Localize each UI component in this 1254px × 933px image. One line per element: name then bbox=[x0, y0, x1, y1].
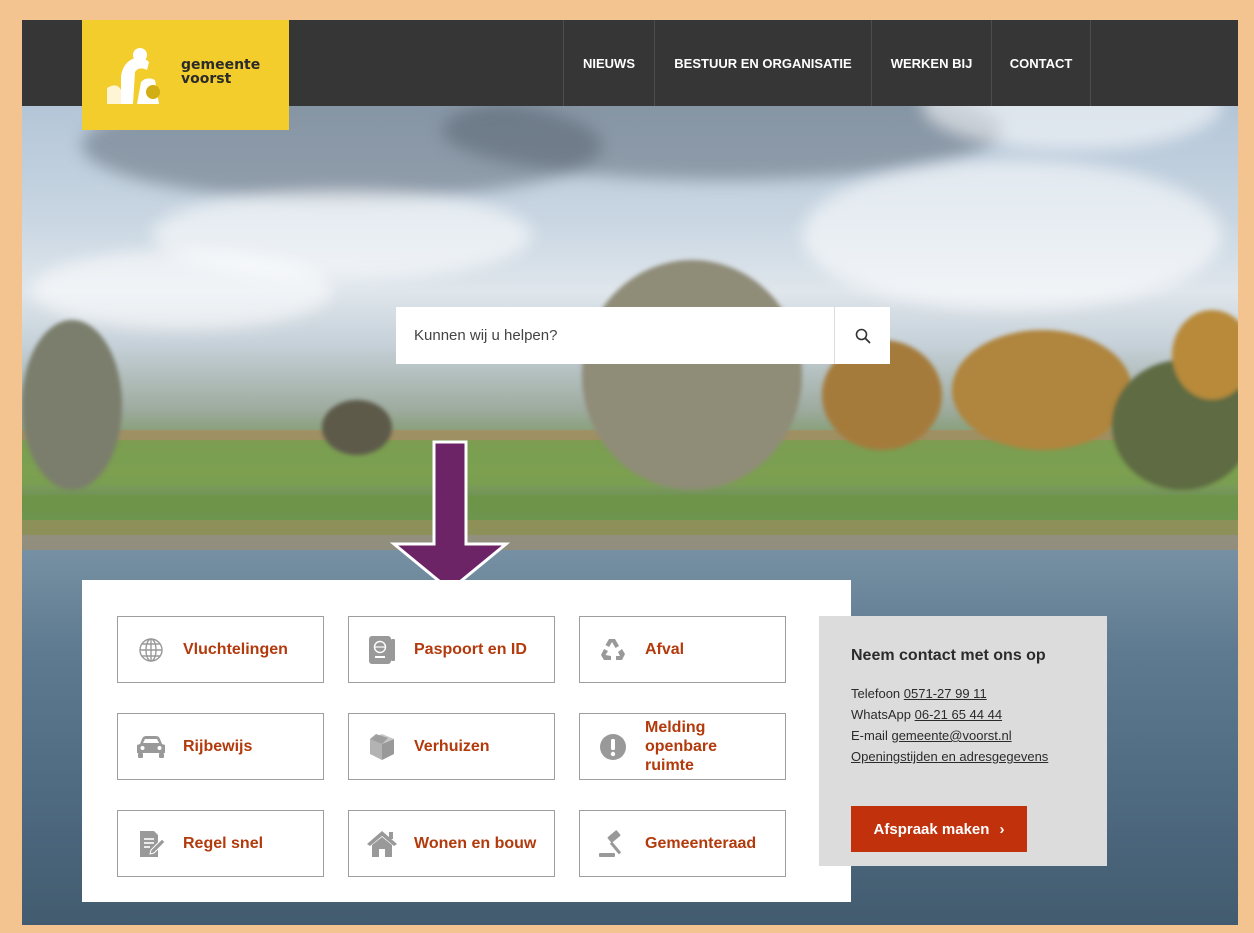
tile-label: Paspoort en ID bbox=[414, 641, 527, 658]
document-edit-icon bbox=[131, 824, 171, 864]
nav-item-werken-bij[interactable]: WERKEN BIJ bbox=[871, 20, 991, 106]
chevron-right-icon: › bbox=[999, 820, 1005, 838]
opening-hours-link[interactable]: Openingstijden en adresgegevens bbox=[851, 749, 1048, 764]
main-nav: NIEUWS BESTUUR EN ORGANISATIE WERKEN BIJ… bbox=[563, 20, 1091, 106]
tile-wonen-en-bouw[interactable]: Wonen en bouw bbox=[348, 810, 555, 877]
annotation-arrow-down-icon bbox=[390, 440, 510, 592]
whatsapp-line: WhatsApp 06-21 65 44 44 bbox=[851, 704, 1048, 725]
hours-line: Openingstijden en adresgegevens bbox=[851, 746, 1048, 767]
tile-label: Vluchtelingen bbox=[183, 641, 288, 658]
whatsapp-link[interactable]: 06-21 65 44 44 bbox=[915, 707, 1002, 722]
tile-afval[interactable]: Afval bbox=[579, 616, 786, 683]
gavel-icon bbox=[593, 824, 633, 864]
tile-melding-openbare-ruimte[interactable]: Melding openbare ruimte bbox=[579, 713, 786, 780]
tile-rijbewijs[interactable]: Rijbewijs bbox=[117, 713, 324, 780]
whatsapp-label: WhatsApp bbox=[851, 707, 911, 722]
municipality-logo-icon bbox=[107, 46, 163, 104]
make-appointment-button[interactable]: Afspraak maken › bbox=[851, 806, 1027, 852]
search-icon bbox=[855, 328, 870, 343]
contact-card: Neem contact met ons op Telefoon 0571-27… bbox=[819, 616, 1107, 866]
globe-icon bbox=[131, 630, 171, 670]
alert-icon bbox=[593, 727, 633, 767]
email-line: E-mail gemeente@voorst.nl bbox=[851, 725, 1048, 746]
phone-line: Telefoon 0571-27 99 11 bbox=[851, 683, 1048, 704]
tile-gemeenteraad[interactable]: Gemeenteraad bbox=[579, 810, 786, 877]
search-input[interactable] bbox=[396, 307, 834, 364]
quick-links-panel: Vluchtelingen Paspoort en ID Afval Rijbe… bbox=[82, 580, 851, 902]
contact-details: Telefoon 0571-27 99 11 WhatsApp 06-21 65… bbox=[851, 683, 1048, 767]
tile-label: Regel snel bbox=[183, 835, 264, 852]
email-link[interactable]: gemeente@voorst.nl bbox=[891, 728, 1011, 743]
tile-paspoort-en-id[interactable]: Paspoort en ID bbox=[348, 616, 555, 683]
box-icon bbox=[362, 727, 402, 767]
phone-link[interactable]: 0571-27 99 11 bbox=[904, 686, 987, 701]
tile-label: Verhuizen bbox=[414, 738, 490, 755]
logo-line-2: voorst bbox=[181, 71, 232, 87]
tile-label: Afval bbox=[645, 641, 685, 658]
phone-label: Telefoon bbox=[851, 686, 901, 701]
contact-title: Neem contact met ons op bbox=[851, 647, 1046, 664]
nav-item-nieuws[interactable]: NIEUWS bbox=[563, 20, 654, 106]
page-frame: NIEUWS BESTUUR EN ORGANISATIE WERKEN BIJ… bbox=[22, 20, 1238, 925]
tile-label: Gemeenteraad bbox=[645, 835, 757, 852]
house-icon bbox=[362, 824, 402, 864]
tile-label: Wonen en bouw bbox=[414, 835, 537, 852]
tile-label: Melding openbare ruimte bbox=[645, 719, 718, 774]
nav-item-contact[interactable]: CONTACT bbox=[991, 20, 1091, 106]
tile-regel-snel[interactable]: Regel snel bbox=[117, 810, 324, 877]
cta-label: Afspraak maken bbox=[873, 820, 990, 838]
tile-label: Rijbewijs bbox=[183, 738, 253, 755]
site-logo[interactable]: gemeente voorst bbox=[82, 20, 289, 130]
passport-icon bbox=[362, 630, 402, 670]
logo-line-1: gemeente bbox=[181, 57, 261, 73]
search-bar bbox=[396, 307, 890, 364]
recycle-icon bbox=[593, 630, 633, 670]
email-label: E-mail bbox=[851, 728, 888, 743]
tile-vluchtelingen[interactable]: Vluchtelingen bbox=[117, 616, 324, 683]
car-icon bbox=[131, 727, 171, 767]
nav-item-bestuur-en-organisatie[interactable]: BESTUUR EN ORGANISATIE bbox=[654, 20, 871, 106]
search-button[interactable] bbox=[834, 307, 890, 364]
tile-verhuizen[interactable]: Verhuizen bbox=[348, 713, 555, 780]
logo-text: gemeente voorst bbox=[181, 58, 260, 86]
